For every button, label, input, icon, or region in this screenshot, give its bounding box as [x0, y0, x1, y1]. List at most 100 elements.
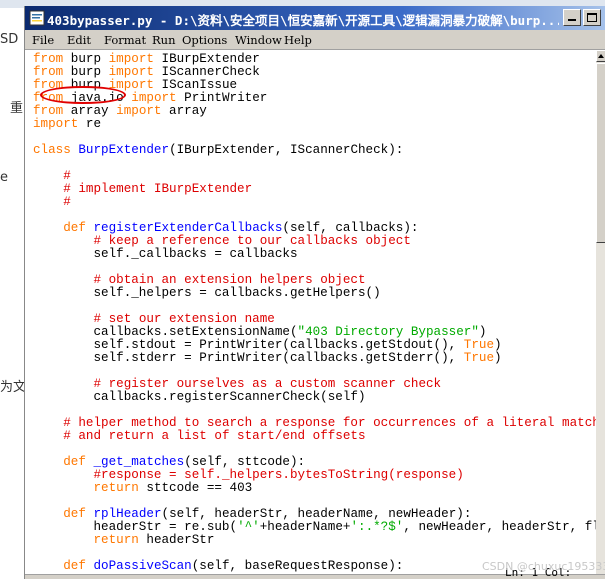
- code-token: IScanIssue: [153, 78, 238, 92]
- code-line[interactable]: import re: [33, 118, 596, 131]
- code-token: True: [463, 351, 495, 365]
- code-token: (self, sttcode):: [184, 455, 306, 469]
- code-token: import: [108, 52, 154, 66]
- code-token: re: [78, 117, 102, 131]
- code-token: # keep a reference to our callbacks obje…: [93, 234, 411, 248]
- code-line[interactable]: # implement IBurpExtender: [33, 183, 596, 196]
- code-token: sttcode == 403: [138, 481, 253, 495]
- menu-file[interactable]: File: [32, 33, 54, 47]
- code-line[interactable]: class BurpExtender(IBurpExtender, IScann…: [33, 144, 596, 157]
- code-line[interactable]: from array import array: [33, 105, 596, 118]
- code-token: #: [63, 195, 71, 209]
- code-text[interactable]: from burp import IBurpExtender from burp …: [33, 53, 596, 573]
- code-token: doPassiveScan: [93, 559, 192, 573]
- code-token: (self, baseRequestResponse):: [191, 559, 404, 573]
- code-token: headerStr: [138, 533, 215, 547]
- code-line[interactable]: self._helpers = callbacks.getHelpers(): [33, 287, 596, 300]
- minimize-button[interactable]: [563, 9, 581, 26]
- code-token: "403 Directory Bypasser": [297, 325, 479, 339]
- vertical-scrollbar[interactable]: [596, 50, 605, 574]
- code-token: array: [63, 104, 117, 118]
- code-token: def: [63, 221, 86, 235]
- code-line[interactable]: return headerStr: [33, 534, 596, 547]
- menu-run[interactable]: Run: [152, 33, 175, 47]
- background-window-left: [0, 8, 24, 579]
- background-text: SD: [0, 32, 19, 47]
- code-token: rplHeader: [93, 507, 162, 521]
- code-line[interactable]: # and return a list of start/end offsets: [33, 430, 596, 443]
- code-token: # obtain an extension helpers object: [93, 273, 366, 287]
- scroll-up-arrow-icon[interactable]: [596, 50, 605, 62]
- menu-format[interactable]: Format: [104, 33, 146, 47]
- code-token: def: [63, 455, 86, 469]
- code-token: return: [93, 533, 139, 547]
- code-token: import: [131, 91, 177, 105]
- code-token: ): [494, 338, 502, 352]
- menu-edit[interactable]: Edit: [67, 33, 91, 47]
- menu-help[interactable]: Help: [284, 33, 312, 47]
- code-token: import: [116, 104, 162, 118]
- code-token: # set our extension name: [93, 312, 275, 326]
- code-token: # and return a list of start/end offsets: [63, 429, 366, 443]
- code-line[interactable]: return sttcode == 403: [33, 482, 596, 495]
- code-line[interactable]: callbacks.registerScannerCheck(self): [33, 391, 596, 404]
- code-token: _get_matches: [93, 455, 185, 469]
- code-token: , newHeader, headerStr, flags=r: [403, 520, 596, 534]
- code-token: import: [108, 65, 154, 79]
- window-title: 403bypasser.py - D:\资料\安全项目\恒安嘉新\开源工具\逻辑…: [47, 13, 559, 28]
- code-token: #response = self._helpers.bytesToString(…: [93, 468, 464, 482]
- code-token: burp: [63, 52, 109, 66]
- code-editor[interactable]: from burp import IBurpExtender from burp …: [26, 50, 596, 574]
- code-token: burp: [63, 65, 109, 79]
- code-token: from: [33, 65, 64, 79]
- code-token: (self, headerStr, headerName, newHeader)…: [161, 507, 472, 521]
- code-line[interactable]: [33, 157, 596, 170]
- code-token: BurpExtender: [78, 143, 170, 157]
- background-text: 重: [10, 101, 24, 116]
- code-token: return: [93, 481, 139, 495]
- code-line[interactable]: #: [33, 196, 596, 209]
- code-token: # helper method to search a response for…: [63, 416, 596, 430]
- code-token: ): [494, 351, 502, 365]
- background-text: e: [0, 170, 8, 185]
- menu-bar: File Edit Format Run Options Window Help: [25, 30, 605, 50]
- code-token: PrintWriter: [176, 91, 268, 105]
- minimize-icon: [568, 19, 576, 21]
- code-token: IBurpExtender: [153, 52, 260, 66]
- code-token: ): [478, 325, 487, 339]
- code-token: '^': [237, 520, 260, 534]
- code-token: self._helpers = callbacks.getHelpers(): [33, 286, 381, 300]
- scroll-thumb[interactable]: [596, 63, 605, 243]
- code-line[interactable]: self.stderr = PrintWriter(callbacks.getS…: [33, 352, 596, 365]
- code-token: #: [63, 169, 71, 183]
- maximize-button[interactable]: [583, 9, 601, 26]
- code-token: headerStr = re.sub(: [33, 520, 238, 534]
- code-token: def: [63, 507, 86, 521]
- menu-options[interactable]: Options: [182, 33, 227, 47]
- code-token: class: [33, 143, 71, 157]
- title-bar[interactable]: 403bypasser.py - D:\资料\安全项目\恒安嘉新\开源工具\逻辑…: [25, 6, 605, 30]
- code-line[interactable]: self._callbacks = callbacks: [33, 248, 596, 261]
- code-token: from: [33, 104, 64, 118]
- maximize-icon: [587, 13, 597, 22]
- code-token: self.stderr = PrintWriter(callbacks.getS…: [33, 351, 464, 365]
- code-token: ':.*?$': [350, 520, 404, 534]
- code-token: self.stdout = PrintWriter(callbacks.getS…: [33, 338, 464, 352]
- code-token: import: [33, 117, 79, 131]
- background-text: 为文: [0, 380, 27, 395]
- code-token: from: [33, 52, 64, 66]
- code-token: callbacks.setExtensionName(: [33, 325, 298, 339]
- menu-window[interactable]: Window: [235, 33, 282, 47]
